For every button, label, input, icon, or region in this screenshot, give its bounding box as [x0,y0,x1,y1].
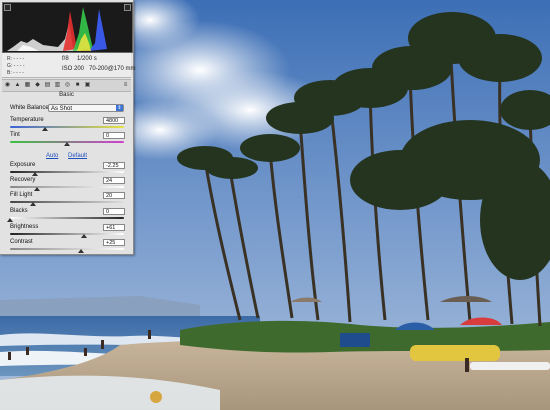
default-button[interactable]: Default [68,153,87,159]
temperature-label: Temperature [10,117,44,123]
temperature-field[interactable]: 4800 [103,117,125,124]
exif-aperture: f/8 [62,56,69,62]
menu-icon[interactable]: ≡ [122,82,129,89]
fill-light-slider-thumb[interactable] [29,202,36,206]
white-balance-select[interactable]: As Shot ⇕ [48,104,124,112]
tint-field[interactable]: 0 [103,132,125,139]
contrast-field[interactable]: +25 [103,239,125,246]
shadow-clipping-toggle[interactable] [4,4,11,11]
recovery-slider-thumb[interactable] [34,187,41,191]
aperture-icon[interactable]: ◉ [4,82,11,89]
exposure-track[interactable] [10,171,124,173]
temperature-slider-thumb[interactable] [42,127,49,131]
brightness-label: Brightness [10,224,39,230]
presets-icon[interactable]: ▣ [84,82,91,89]
recovery-track[interactable] [10,186,124,188]
highlight-clipping-toggle[interactable] [124,4,131,11]
blacks-field[interactable]: 0 [103,208,125,215]
exposure-label: Exposure [10,162,36,168]
temperature-track[interactable] [10,126,124,128]
exposure-slider-thumb[interactable] [32,172,39,176]
brightness-field[interactable]: +61 [103,224,125,231]
exif-lens-row: ISO 200 70-200@170 mm [62,66,135,72]
readout-g: G: - - - - [7,63,25,69]
select-arrow-icon: ⇕ [116,105,123,111]
fill-light-field[interactable]: 20 [103,192,125,199]
white-balance-label: White Balance: [10,105,51,111]
panel-tabs: ◉ ▲ ▦ ◆ ▤ ▥ ◎ ■ ▣ ≡ [2,79,131,92]
curve-icon[interactable]: ▦ [24,82,31,89]
detail-icon[interactable]: ◆ [34,82,41,89]
camera-icon[interactable]: ■ [74,82,81,89]
contrast-slider-thumb[interactable] [77,249,84,253]
white-balance-value: As Shot [51,106,73,112]
mountain-icon[interactable]: ▲ [14,82,21,89]
exposure-field[interactable]: -2.25 [103,162,125,169]
exif-exposure: f/8 1/200 s [62,56,97,62]
split-icon[interactable]: ▥ [54,82,61,89]
readout-r: R: - - - - [7,56,25,62]
hsl-icon[interactable]: ▤ [44,82,51,89]
blacks-track[interactable] [10,217,124,219]
exif-shutter: 1/200 s [77,56,97,62]
histogram-graph [7,7,107,51]
fill-light-label: Fill Light [10,192,33,198]
camera-raw-panel: R: - - - - G: - - - - B: - - - - f/8 1/2… [0,0,135,255]
recovery-field[interactable]: 24 [103,177,125,184]
tint-label: Tint [10,132,20,138]
brightness-track[interactable] [10,233,124,235]
lens-icon[interactable]: ◎ [64,82,71,89]
blacks-label: Blacks [10,208,28,214]
blacks-slider-thumb[interactable] [7,218,13,222]
fill-light-track[interactable] [10,201,124,203]
histogram [2,2,133,53]
contrast-label: Contrast [10,239,33,245]
auto-button[interactable]: Auto [46,153,58,159]
recovery-label: Recovery [10,177,36,183]
readout-b: B: - - - - [7,70,24,76]
section-title: Basic [59,92,74,98]
exif-iso: ISO 200 [62,66,85,72]
tint-slider-thumb[interactable] [64,142,70,146]
contrast-track[interactable] [10,248,124,250]
exif-lens: 70-200@170 mm [89,66,136,72]
info-readout: R: - - - - G: - - - - B: - - - - f/8 1/2… [2,53,135,78]
brightness-slider-thumb[interactable] [81,234,88,238]
